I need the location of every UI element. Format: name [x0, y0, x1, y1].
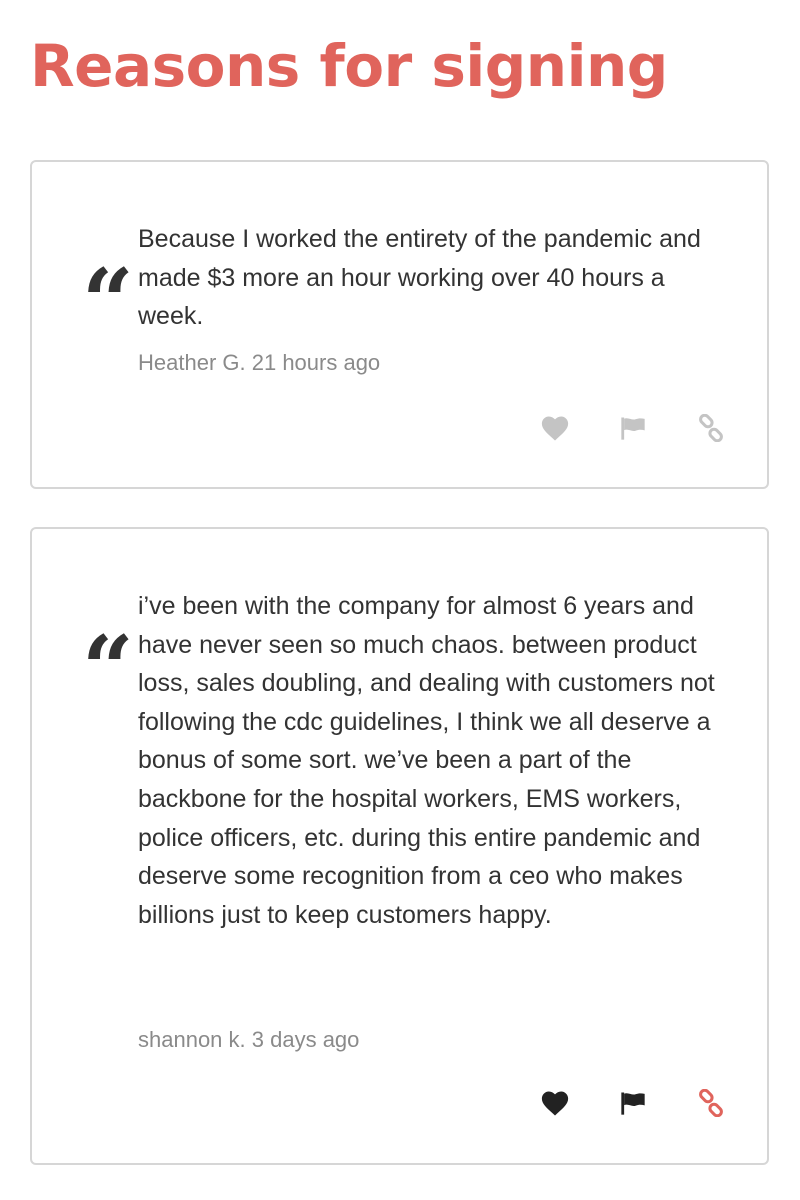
- copy-link-button[interactable]: [695, 412, 727, 444]
- timestamp: 21 hours ago: [251, 350, 381, 375]
- author-name: Heather G.: [138, 350, 246, 375]
- page-title: Reasons for signing: [30, 32, 668, 100]
- reason-actions: [539, 1087, 727, 1119]
- heart-icon: [541, 1091, 569, 1116]
- flag-icon: [621, 1092, 645, 1115]
- quote-mark-icon: “: [82, 249, 134, 355]
- like-button[interactable]: [539, 1087, 571, 1119]
- flag-button[interactable]: [617, 412, 649, 444]
- quote-mark-icon: “: [82, 616, 134, 722]
- reason-card: “ i’ve been with the company for almost …: [30, 527, 769, 1165]
- like-button[interactable]: [539, 412, 571, 444]
- reason-text: Because I worked the entirety of the pan…: [138, 225, 701, 331]
- reason-card: “ Because I worked the entirety of the p…: [30, 160, 769, 489]
- reason-meta: Heather G. 21 hours ago: [138, 349, 380, 377]
- flag-icon: [621, 417, 645, 440]
- flag-button[interactable]: [617, 1087, 649, 1119]
- timestamp: 3 days ago: [251, 1027, 360, 1052]
- copy-link-button[interactable]: [695, 1087, 727, 1119]
- heart-icon: [541, 416, 569, 441]
- author-name: shannon k.: [138, 1027, 246, 1052]
- reason-text: i’ve been with the company for almost 6 …: [138, 592, 715, 929]
- reason-meta: shannon k. 3 days ago: [138, 1026, 359, 1054]
- link-icon: [699, 414, 723, 442]
- link-icon: [699, 1089, 723, 1117]
- reason-actions: [539, 412, 727, 444]
